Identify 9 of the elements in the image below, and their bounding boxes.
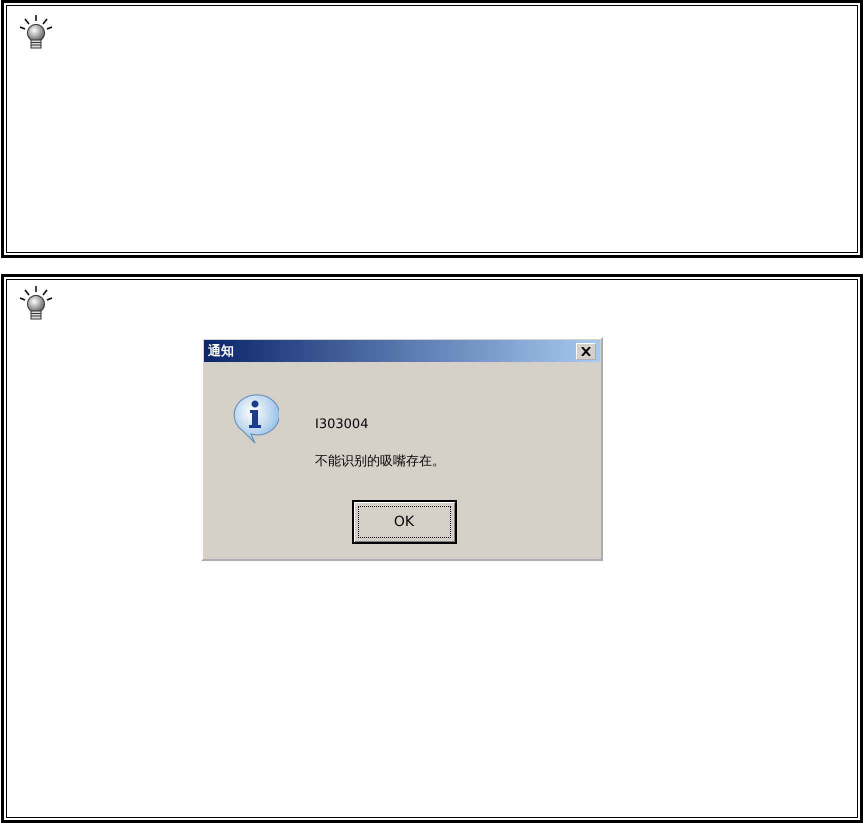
- dialog-title: 通知: [208, 343, 234, 360]
- info-icon: [231, 393, 279, 445]
- message-code: I303004: [315, 417, 370, 432]
- message-text: 不能识别的吸嘴存在。: [315, 453, 445, 470]
- close-icon: [581, 346, 591, 356]
- light-bulb-icon: [18, 285, 54, 321]
- ok-button[interactable]: OK: [352, 500, 456, 544]
- close-button[interactable]: [576, 342, 596, 360]
- light-bulb-icon: [18, 14, 54, 50]
